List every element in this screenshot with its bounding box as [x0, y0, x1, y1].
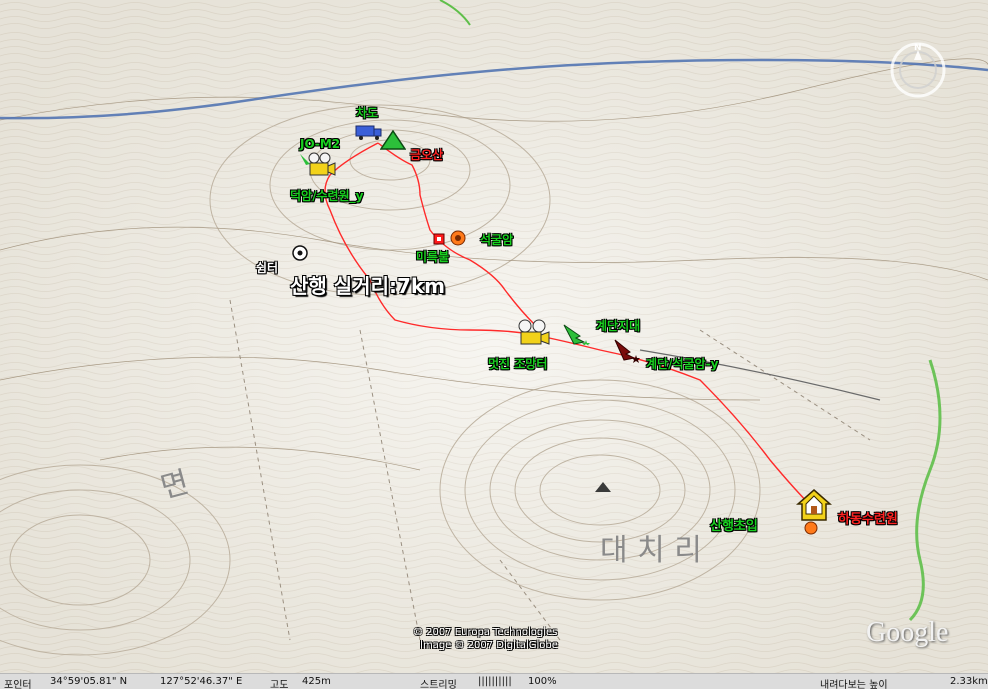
label-gyedan-seokgulam: 계단/석굴암-y: [646, 357, 719, 371]
longitude-value: 127°52'46.37" E: [160, 676, 243, 687]
label-shimteo: 쉼터: [256, 261, 279, 275]
label-gwanosan: 금오산: [410, 148, 444, 162]
copyright-line-2: Image © 2007 DigitalGlobe: [420, 640, 558, 651]
label-mireukbul: 미륵불: [416, 250, 450, 264]
label-viewpoint: 멋진 조망터: [488, 357, 548, 371]
house-icon[interactable]: [796, 488, 832, 522]
label-trail-start: 산행초입: [710, 519, 758, 534]
latitude-value: 34°59'05.81" N: [50, 676, 128, 687]
status-bar: 포인터 34°59'05.81" N 127°52'46.37" E 고도 42…: [0, 673, 988, 689]
eye-alt-label: 내려다보는 높이: [820, 680, 888, 689]
label-deokam: 덕암/수련원_y: [290, 189, 364, 203]
label-chado: 차도: [356, 106, 379, 120]
copyright-line-1: © 2007 Europa Technologies: [413, 627, 558, 638]
label-hadong: 하동수련원: [838, 512, 898, 527]
place-name-daechi: 대 치 리: [600, 533, 702, 568]
streaming-label: 스트리밍: [420, 680, 457, 689]
terrain-map[interactable]: [0, 0, 988, 689]
red-arrow-icon[interactable]: [612, 338, 642, 364]
label-gyedan: 계단지대: [596, 319, 641, 333]
square-marker-icon[interactable]: [433, 230, 445, 245]
map-viewport[interactable]: 대 치 리 면 N 차도 금오산 JO-M2 덕암/수련원_y 석굴암 미륵불 …: [0, 0, 988, 689]
elevation-value: 425m: [302, 676, 331, 687]
label-jo-m2: JO-M2: [300, 137, 341, 151]
pointer-label: 포인터: [4, 680, 32, 689]
start-marker-icon[interactable]: [804, 520, 818, 535]
streaming-percent: 100%: [528, 676, 557, 687]
elevation-label: 고도: [270, 680, 289, 689]
streaming-bars: ||||||||||: [478, 676, 512, 687]
label-seokgulam: 석굴암: [480, 233, 514, 247]
truck-icon[interactable]: [355, 124, 383, 140]
movie-camera-icon[interactable]: [298, 150, 338, 180]
label-trail-distance: 산행 실거리:7km: [290, 274, 446, 298]
google-logo: Google: [866, 617, 949, 648]
viewpoint-camera-icon[interactable]: [515, 318, 555, 348]
rest-area-marker-icon[interactable]: [292, 245, 308, 261]
eye-alt-value: 2.33km: [950, 676, 988, 687]
green-arrow-icon[interactable]: [562, 322, 590, 346]
summit-triangle-icon[interactable]: [379, 129, 407, 150]
target-marker-icon[interactable]: [450, 230, 466, 246]
navigation-compass-icon[interactable]: N: [888, 40, 948, 100]
